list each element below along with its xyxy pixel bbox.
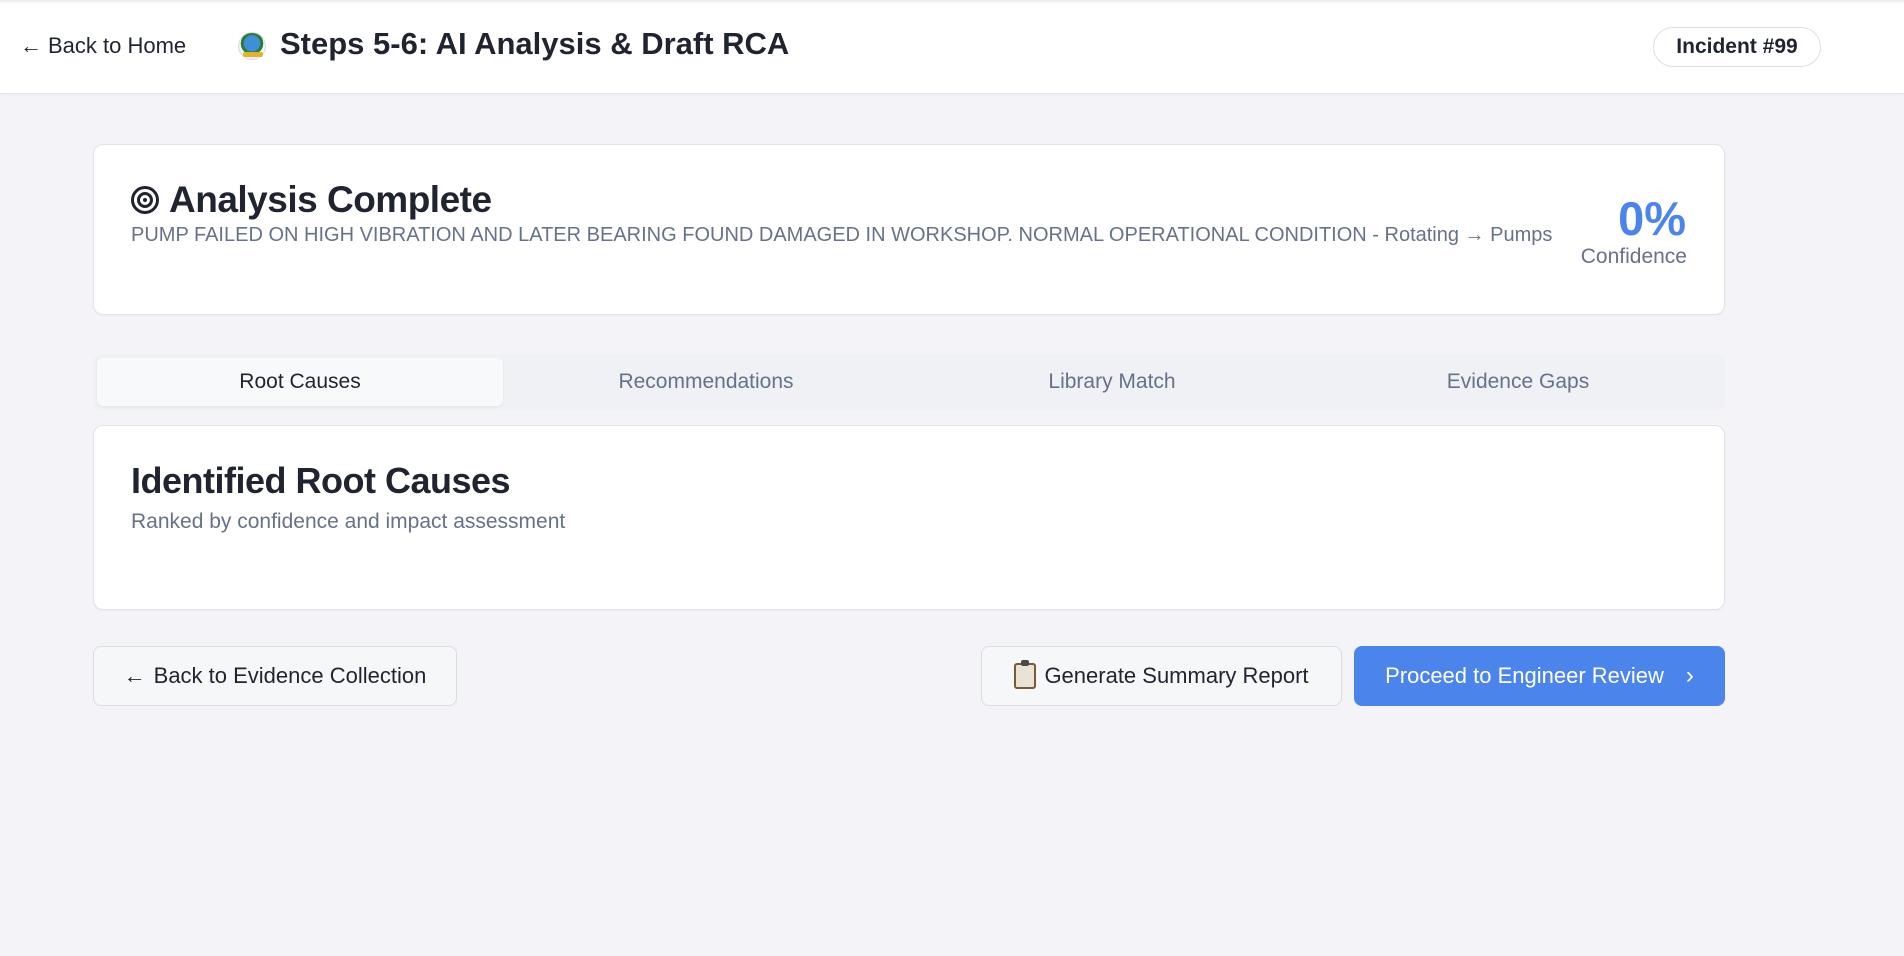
incident-badge: Incident #99 (1653, 27, 1821, 67)
tab-root-causes[interactable]: Root Causes (97, 358, 503, 406)
top-bar-shadow (0, 0, 1904, 4)
clipboard-icon (1014, 660, 1037, 689)
arrow-left-icon: ← (123, 663, 146, 688)
back-to-evidence-label: Back to Evidence Collection (153, 663, 427, 688)
root-causes-subtitle: Ranked by confidence and impact assessme… (131, 510, 566, 533)
proceed-to-review-label: Proceed to Engineer Review (1385, 663, 1664, 688)
tab-library-match[interactable]: Library Match (909, 358, 1315, 406)
arrow-left-icon: ← (20, 33, 42, 58)
confidence-label: Confidence (1580, 245, 1687, 268)
target-icon (131, 186, 159, 214)
analysis-summary-card: Analysis Complete PUMP FAILED ON HIGH VI… (93, 144, 1725, 315)
tab-evidence-gaps[interactable]: Evidence Gaps (1315, 358, 1721, 406)
chevron-right-icon: › (1685, 662, 1694, 689)
generate-report-label: Generate Summary Report (1044, 663, 1309, 688)
back-to-home-label: Back to Home (48, 33, 187, 58)
analysis-tabs: Root Causes Recommendations Library Matc… (93, 354, 1725, 410)
root-causes-card: Identified Root Causes Ranked by confide… (93, 425, 1725, 610)
confidence-value: 0% (1618, 192, 1686, 245)
analysis-heading: Analysis Complete (131, 179, 492, 221)
page-title: Steps 5-6: AI Analysis & Draft RCA (280, 26, 790, 61)
top-bar: ← Back to Home Steps 5-6: AI Analysis & … (0, 0, 1904, 94)
analysis-description: PUMP FAILED ON HIGH VIBRATION AND LATER … (131, 224, 1553, 246)
root-causes-title: Identified Root Causes (131, 460, 511, 501)
proceed-to-review-button[interactable]: Proceed to Engineer Review › (1354, 646, 1725, 706)
tab-recommendations[interactable]: Recommendations (503, 358, 909, 406)
back-to-evidence-button[interactable]: ← Back to Evidence Collection (93, 646, 457, 706)
generate-report-button[interactable]: Generate Summary Report (981, 646, 1342, 706)
back-to-home-link[interactable]: ← Back to Home (20, 30, 186, 62)
analysis-title: Analysis Complete (169, 179, 492, 220)
app-logo (238, 32, 266, 60)
